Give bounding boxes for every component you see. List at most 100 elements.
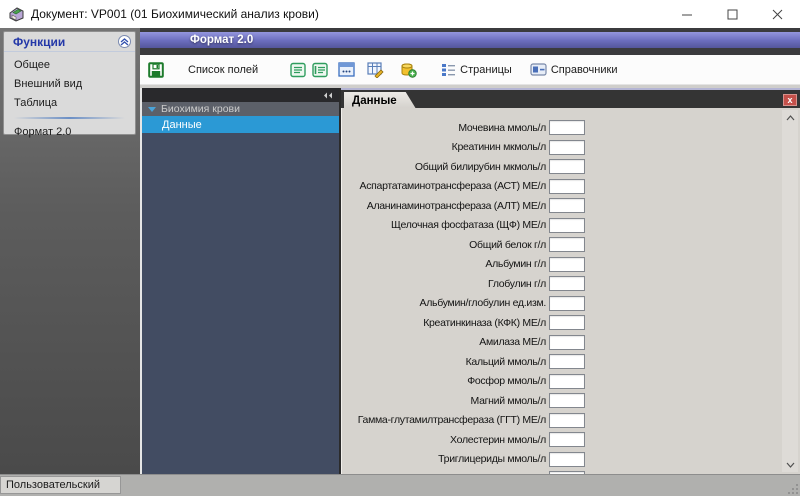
sidebar-item[interactable]: Внешний вид (4, 75, 135, 94)
scroll-up-button[interactable] (782, 110, 798, 125)
form-area: Мочевина ммоль/л Креатинин мкмоль/л Общи… (341, 108, 800, 474)
banner-title: Формат 2.0 (190, 34, 253, 46)
tree-root-item[interactable]: Биохимия крови (142, 102, 339, 116)
field-input[interactable] (549, 140, 585, 155)
tree-panel-body (142, 133, 339, 474)
form-fields-icon (290, 62, 306, 78)
dark-strip-bottom (140, 48, 800, 55)
field-input[interactable] (549, 432, 585, 447)
references-button[interactable]: Справочники (530, 63, 618, 76)
field-row: Мочевина ммоль/л (343, 118, 782, 138)
field-input[interactable] (549, 159, 585, 174)
toolbar: Список полей (140, 55, 800, 85)
save-button[interactable] (148, 62, 164, 78)
field-label: Аспартатаминотрансфераза (АСТ) МЕ/л (343, 180, 546, 192)
table-edit-button[interactable] (367, 62, 384, 78)
sidebar-item[interactable]: Общее (4, 56, 135, 75)
window-title: Документ: VP001 (01 Биохимический анализ… (31, 7, 319, 21)
field-input[interactable] (549, 237, 585, 252)
tabbar: Данные x (341, 88, 800, 108)
content-area: Биохимия крови Данные Данные x (140, 88, 800, 474)
right-column: Формат 2.0 Список полей (140, 28, 800, 474)
form-fields-alt-button[interactable] (312, 62, 328, 78)
field-input[interactable] (549, 218, 585, 233)
field-label: Креатинкиназа (КФК) МЕ/л (343, 317, 546, 329)
field-label: Фосфор ммоль/л (343, 375, 546, 387)
field-input[interactable] (549, 179, 585, 194)
field-input[interactable] (549, 452, 585, 467)
close-icon (772, 9, 783, 20)
chevron-down-icon (786, 462, 795, 468)
tab-close-button[interactable]: x (783, 94, 797, 106)
field-label: Альбумин/глобулин ед.изм. (343, 297, 546, 309)
close-icon: x (787, 96, 792, 105)
functions-item-list: Общее Внешний вид Таблица (4, 52, 135, 113)
field-row: Фосфор ммоль/л (343, 372, 782, 392)
field-label: Альбумин г/л (343, 258, 546, 270)
table-dots-button[interactable] (338, 62, 355, 77)
resize-grip[interactable] (787, 483, 799, 495)
left-column: Функции Общее Внешний вид Таблица (0, 28, 140, 474)
field-row: Гамма-глутамилтрансфераза (ГГТ) МЕ/л (343, 411, 782, 431)
format-banner: Формат 2.0 (140, 32, 800, 48)
field-input[interactable] (549, 120, 585, 135)
functions-title: Функции (13, 35, 65, 49)
field-label: Амилаза МЕ/л (343, 336, 546, 348)
field-input[interactable] (549, 276, 585, 291)
field-input[interactable] (549, 315, 585, 330)
maximize-button[interactable] (710, 0, 755, 28)
close-button[interactable] (755, 0, 800, 28)
field-label: Общий билирубин мкмоль/л (343, 161, 546, 173)
table-dots-icon (338, 62, 355, 77)
tree-selected-label: Данные (162, 119, 202, 131)
field-label: Щелочная фосфатаза (ЩФ) МЕ/л (343, 219, 546, 231)
field-label: Триглицериды ммоль/л (343, 453, 546, 465)
app-area: Функции Общее Внешний вид Таблица (0, 28, 800, 474)
field-row: Общий билирубин мкмоль/л (343, 157, 782, 177)
status-mode-box: Пользовательский (0, 476, 121, 494)
pages-label: Страницы (460, 64, 512, 76)
tree-item-selected[interactable]: Данные (142, 116, 339, 133)
minimize-button[interactable] (665, 0, 710, 28)
form-fields-alt-icon (312, 62, 328, 78)
references-label: Справочники (551, 64, 618, 76)
save-icon (148, 62, 164, 78)
sidebar-item-format[interactable]: Формат 2.0 (4, 123, 135, 142)
field-input[interactable] (549, 393, 585, 408)
titlebar: Документ: VP001 (01 Биохимический анализ… (0, 0, 800, 28)
field-input[interactable] (549, 198, 585, 213)
form-panel: Данные x Мочевина ммоль/л (341, 88, 800, 474)
field-list-label[interactable]: Список полей (188, 64, 258, 76)
field-row: Холестерин ммоль/л (343, 430, 782, 450)
field-row: Триглицериды ммоль/л (343, 450, 782, 470)
app-diskette-icon (8, 7, 25, 22)
statusbar: Пользовательский (0, 474, 800, 496)
sidebar-item[interactable]: Таблица (4, 94, 135, 113)
field-label: Общий белок г/л (343, 239, 546, 251)
field-input[interactable] (549, 413, 585, 428)
scroll-down-button[interactable] (782, 457, 798, 472)
field-row: Аспартатаминотрансфераза (АСТ) МЕ/л (343, 177, 782, 197)
pages-button[interactable]: Страницы (441, 63, 512, 77)
field-input[interactable] (549, 354, 585, 369)
field-row: Альбумин г/л (343, 255, 782, 275)
field-row: Магний ммоль/л (343, 391, 782, 411)
collapse-left-icon (323, 92, 333, 99)
collapse-left-button[interactable] (323, 92, 333, 99)
pages-icon (441, 63, 456, 77)
db-add-button[interactable] (400, 62, 417, 78)
field-input[interactable] (549, 374, 585, 389)
field-input[interactable] (549, 257, 585, 272)
chevron-up-icon (786, 115, 795, 121)
form-fields-button[interactable] (290, 62, 306, 78)
vertical-scrollbar[interactable] (782, 110, 798, 472)
field-label: Глобулин г/л (343, 278, 546, 290)
collapse-functions-button[interactable] (118, 35, 131, 48)
field-input[interactable] (549, 296, 585, 311)
functions-panel: Функции Общее Внешний вид Таблица (3, 31, 136, 135)
field-label: Аланинаминотрансфераза (АЛТ) МЕ/л (343, 200, 546, 212)
field-label: Кальций ммоль/л (343, 356, 546, 368)
field-row: Альбумин/глобулин ед.изм. (343, 294, 782, 314)
field-input[interactable] (549, 335, 585, 350)
field-row: Глобулин г/л (343, 274, 782, 294)
